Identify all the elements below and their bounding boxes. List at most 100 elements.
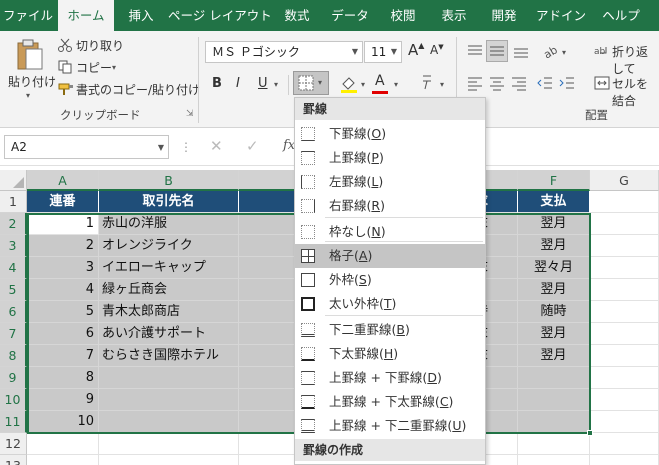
table-cell-number[interactable]: 1 — [27, 213, 99, 235]
increase-indent-icon[interactable] — [558, 75, 576, 91]
grid-cell[interactable] — [590, 279, 659, 301]
grid-cell[interactable] — [590, 323, 659, 345]
paste-dropdown-icon[interactable]: ▾ — [26, 91, 30, 100]
grid-cell[interactable] — [590, 213, 659, 235]
column-header-a[interactable]: A — [27, 170, 99, 191]
copy-button[interactable]: コピー — [76, 59, 112, 76]
font-color-button[interactable]: A — [375, 73, 385, 89]
table-cell-payment[interactable]: 翌月 — [518, 235, 590, 257]
grid-cell[interactable] — [590, 455, 659, 465]
cancel-entry-icon[interactable]: ✕ — [210, 137, 223, 155]
border-menu-item-1[interactable]: 上罫線(P) — [295, 146, 485, 170]
name-box[interactable]: A2 ▼ — [4, 135, 169, 159]
align-top-icon[interactable] — [466, 43, 484, 59]
table-cell-number[interactable]: 4 — [27, 279, 99, 301]
fill-color-dropdown-icon[interactable]: ▾ — [361, 80, 365, 89]
table-cell-payment[interactable] — [518, 367, 590, 389]
row-header-7[interactable]: 7 — [0, 323, 27, 345]
table-cell-number[interactable]: 7 — [27, 345, 99, 367]
grid-cell[interactable] — [590, 411, 659, 433]
table-cell-payment[interactable]: 随時 — [518, 301, 590, 323]
borders-button[interactable]: ▾ — [293, 71, 329, 95]
tab-9[interactable]: アドイン — [532, 0, 590, 31]
format-painter-button[interactable]: 書式のコピー/貼り付け — [76, 81, 200, 98]
grow-font-button[interactable]: A▲ — [408, 41, 424, 59]
table-cell-payment[interactable]: 翌月 — [518, 345, 590, 367]
grid-cell[interactable] — [590, 301, 659, 323]
phonetic-guide-icon[interactable] — [420, 73, 438, 93]
border-menu-item-12[interactable]: 上罫線 + 下二重罫線(U) — [295, 414, 485, 438]
tab-6[interactable]: 校閲 — [380, 0, 426, 31]
merge-center-button[interactable]: セルを結合 — [612, 75, 659, 109]
border-menu-item-6[interactable]: 外枠(S) — [295, 268, 485, 292]
row-header-13[interactable]: 13 — [0, 455, 27, 465]
row-header-11[interactable]: 11 — [0, 411, 27, 433]
table-cell-payment[interactable]: 翌月 — [518, 279, 590, 301]
phonetic-dropdown-icon[interactable]: ▾ — [440, 80, 444, 89]
grid-cell[interactable] — [27, 433, 99, 455]
confirm-entry-icon[interactable]: ✓ — [246, 137, 259, 155]
align-right-icon[interactable] — [510, 75, 528, 91]
row-header-4[interactable]: 4 — [0, 257, 27, 279]
row-header-1[interactable]: 1 — [0, 191, 27, 213]
wrap-text-button[interactable]: 折り返して — [612, 43, 659, 77]
grid-cell[interactable] — [99, 455, 239, 465]
cut-button[interactable]: 切り取り — [76, 37, 124, 54]
paste-button[interactable]: 貼り付け — [8, 73, 56, 90]
border-menu-item-9[interactable]: 下太罫線(H) — [295, 342, 485, 366]
row-header-6[interactable]: 6 — [0, 301, 27, 323]
clipboard-dialog-launcher-icon[interactable]: ⇲ — [186, 109, 194, 119]
border-menu-item-3[interactable]: 右罫線(R) — [295, 194, 485, 218]
border-menu-item-7[interactable]: 太い外枠(T) — [295, 292, 485, 316]
font-size-select[interactable]: 11 ▼ — [364, 41, 402, 63]
table-cell-name[interactable]: イエローキャップ — [99, 257, 239, 279]
grid-cell[interactable] — [590, 389, 659, 411]
grid-cell[interactable] — [518, 433, 590, 455]
font-color-dropdown-icon[interactable]: ▾ — [394, 80, 398, 89]
table-cell-name[interactable] — [99, 367, 239, 389]
tab-2[interactable]: 挿入 — [118, 0, 164, 31]
table-cell-payment[interactable] — [518, 389, 590, 411]
border-menu-item-5[interactable]: 格子(A) — [295, 244, 485, 268]
table-header-cell[interactable]: 取引先名 — [99, 191, 239, 213]
table-cell-name[interactable]: 緑ヶ丘商会 — [99, 279, 239, 301]
table-cell-name[interactable]: 青木太郎商店 — [99, 301, 239, 323]
grid-cell[interactable] — [590, 345, 659, 367]
grid-cell[interactable] — [590, 367, 659, 389]
grid-cell[interactable] — [590, 433, 659, 455]
select-all-corner[interactable] — [0, 170, 27, 191]
grid-cell[interactable] — [27, 455, 99, 465]
align-center-icon[interactable] — [488, 75, 506, 91]
copy-dropdown-icon[interactable]: ▾ — [112, 63, 116, 72]
table-cell-name[interactable]: 赤山の洋服 — [99, 213, 239, 235]
column-header-b[interactable]: B — [99, 170, 239, 191]
table-cell-name[interactable]: あい介護サポート — [99, 323, 239, 345]
orientation-dropdown-icon[interactable]: ▾ — [562, 48, 566, 57]
paste-icon[interactable] — [14, 39, 44, 71]
orientation-icon[interactable]: ab — [541, 42, 560, 61]
table-cell-number[interactable]: 2 — [27, 235, 99, 257]
border-menu-item-11[interactable]: 上罫線 + 下太罫線(C) — [295, 390, 485, 414]
table-cell-number[interactable]: 3 — [27, 257, 99, 279]
italic-button[interactable]: I — [236, 76, 240, 91]
tab-0[interactable]: ファイル — [0, 0, 56, 31]
row-header-10[interactable]: 10 — [0, 389, 27, 411]
row-header-5[interactable]: 5 — [0, 279, 27, 301]
tab-10[interactable]: ヘルプ — [596, 0, 646, 31]
row-header-12[interactable]: 12 — [0, 433, 27, 455]
grid-cell[interactable] — [99, 433, 239, 455]
border-menu-item-8[interactable]: 下二重罫線(B) — [295, 318, 485, 342]
table-cell-number[interactable]: 5 — [27, 301, 99, 323]
align-left-icon[interactable] — [466, 75, 484, 91]
table-cell-number[interactable]: 8 — [27, 367, 99, 389]
table-header-cell[interactable]: 連番 — [27, 191, 99, 213]
underline-dropdown-icon[interactable]: ▾ — [274, 80, 278, 89]
table-cell-payment[interactable] — [518, 411, 590, 433]
table-cell-number[interactable]: 9 — [27, 389, 99, 411]
fill-color-icon[interactable] — [340, 75, 358, 93]
table-cell-payment[interactable]: 翌月 — [518, 213, 590, 235]
tab-1[interactable]: ホーム — [58, 0, 114, 31]
underline-button[interactable]: U — [258, 76, 268, 91]
align-bottom-icon[interactable] — [512, 43, 530, 59]
row-header-8[interactable]: 8 — [0, 345, 27, 367]
